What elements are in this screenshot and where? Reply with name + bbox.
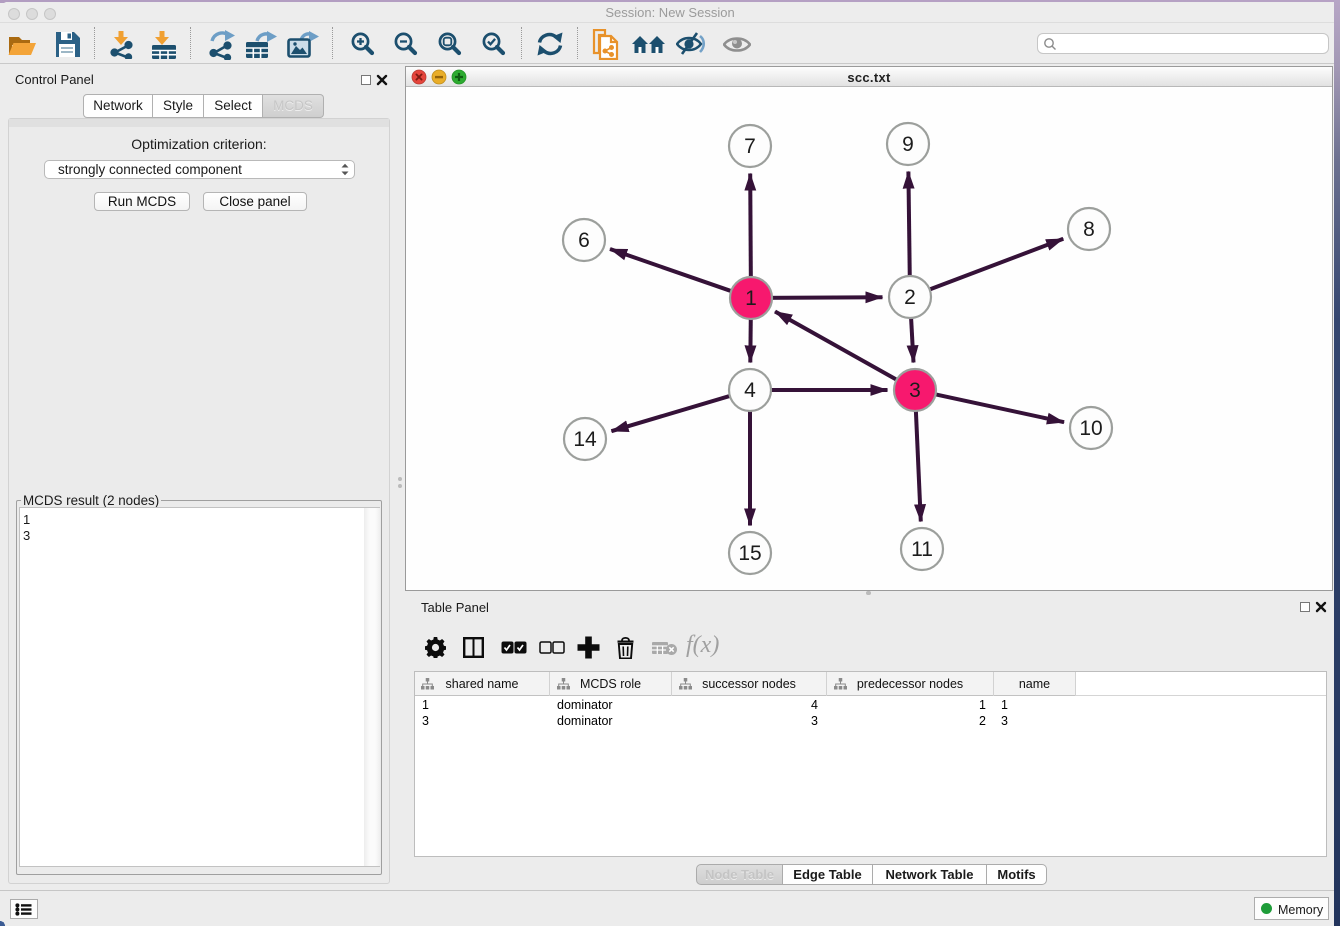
svg-text:8: 8 [1083, 218, 1095, 241]
svg-text:1: 1 [745, 287, 757, 310]
svg-text:2: 2 [904, 286, 916, 309]
svg-text:4: 4 [744, 379, 756, 402]
svg-text:7: 7 [744, 135, 756, 158]
svg-text:3: 3 [909, 379, 921, 402]
svg-text:14: 14 [573, 428, 597, 451]
svg-text:11: 11 [911, 538, 933, 561]
svg-text:6: 6 [578, 229, 590, 252]
svg-text:10: 10 [1079, 417, 1102, 440]
svg-text:9: 9 [902, 133, 914, 156]
svg-text:15: 15 [738, 542, 761, 565]
